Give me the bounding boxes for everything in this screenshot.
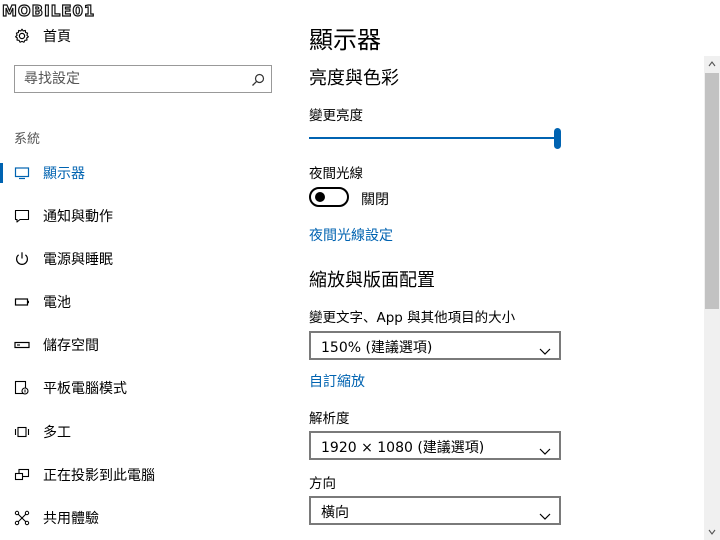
- sidebar-item-power-sleep[interactable]: 電源與睡眠: [0, 247, 270, 271]
- scrollbar-thumb[interactable]: [705, 73, 719, 309]
- orientation-dropdown-value: 橫向: [321, 505, 349, 521]
- orientation-label: 方向: [309, 476, 336, 492]
- brightness-label: 變更亮度: [309, 108, 363, 124]
- sidebar-item-label: 共用體驗: [43, 511, 99, 527]
- section-label-system: 系統: [14, 132, 41, 147]
- section-heading-brightness: 亮度與色彩: [309, 68, 399, 89]
- scroll-down-icon[interactable]: [704, 524, 720, 540]
- multitasking-icon: [14, 424, 30, 440]
- night-light-settings-link[interactable]: 夜間光線設定: [309, 225, 393, 245]
- resolution-label: 解析度: [309, 411, 350, 427]
- sidebar-item-projecting[interactable]: 正在投影到此電腦: [0, 463, 270, 487]
- night-light-label: 夜間光線: [309, 166, 363, 182]
- brightness-slider[interactable]: [309, 128, 561, 150]
- custom-scaling-link[interactable]: 自訂縮放: [309, 371, 365, 391]
- sidebar-item-label: 儲存空間: [43, 338, 99, 354]
- storage-icon: [14, 337, 30, 353]
- scale-dropdown[interactable]: 150% (建議選項): [309, 331, 561, 360]
- tablet-mode-icon: [14, 380, 30, 396]
- night-light-toggle[interactable]: [309, 187, 349, 207]
- orientation-dropdown[interactable]: 橫向: [309, 496, 561, 525]
- selection-indicator: [0, 163, 3, 183]
- gear-icon: [14, 28, 30, 44]
- scroll-up-icon[interactable]: [704, 56, 720, 72]
- resolution-dropdown[interactable]: 1920 × 1080 (建議選項): [309, 431, 561, 460]
- message-icon: [14, 208, 30, 224]
- sidebar-item-label: 電源與睡眠: [43, 252, 113, 268]
- sidebar-item-multitasking[interactable]: 多工: [0, 420, 270, 444]
- power-icon: [14, 251, 30, 267]
- toggle-knob: [315, 192, 325, 202]
- projecting-icon: [14, 467, 30, 483]
- sidebar-item-label: 正在投影到此電腦: [43, 468, 155, 484]
- page-title: 顯示器: [309, 26, 381, 54]
- scale-label: 變更文字、App 與其他項目的大小: [309, 310, 516, 326]
- section-heading-scale-layout: 縮放與版面配置: [309, 270, 435, 291]
- night-light-state: 關閉: [361, 192, 389, 208]
- sidebar-item-storage[interactable]: 儲存空間: [0, 333, 270, 357]
- sidebar-item-label: 顯示器: [43, 166, 85, 182]
- watermark-text: MOBILE01: [1, 1, 96, 20]
- sidebar-item-notifications[interactable]: 通知與動作: [0, 204, 270, 228]
- sidebar-item-battery[interactable]: 電池: [0, 290, 270, 314]
- search-icon[interactable]: [251, 72, 265, 86]
- vertical-scrollbar[interactable]: [704, 56, 720, 540]
- search-input[interactable]: [15, 66, 244, 92]
- chevron-down-icon: [539, 441, 551, 455]
- scale-dropdown-value: 150% (建議選項): [321, 340, 433, 356]
- brightness-slider-fill: [309, 137, 558, 139]
- search-box[interactable]: [14, 65, 272, 93]
- shared-experiences-icon: [14, 510, 30, 526]
- sidebar-item-tablet-mode[interactable]: 平板電腦模式: [0, 376, 270, 400]
- chevron-down-icon: [539, 341, 551, 355]
- sidebar-item-shared-experiences[interactable]: 共用體驗: [0, 506, 270, 530]
- watermark-logo: MOBILE01: [1, 0, 96, 22]
- monitor-icon: [14, 165, 30, 181]
- resolution-dropdown-value: 1920 × 1080 (建議選項): [321, 440, 485, 456]
- battery-icon: [14, 294, 30, 310]
- sidebar-item-label: 平板電腦模式: [43, 381, 127, 397]
- brightness-slider-thumb[interactable]: [554, 128, 561, 149]
- chevron-down-icon: [539, 506, 551, 520]
- sidebar-item-display[interactable]: 顯示器: [0, 161, 270, 185]
- home-nav-item[interactable]: 首頁: [14, 26, 71, 46]
- sidebar-item-label: 通知與動作: [43, 209, 113, 225]
- sidebar-item-label: 電池: [43, 295, 71, 311]
- sidebar-item-label: 多工: [43, 425, 71, 441]
- home-label: 首頁: [43, 29, 71, 45]
